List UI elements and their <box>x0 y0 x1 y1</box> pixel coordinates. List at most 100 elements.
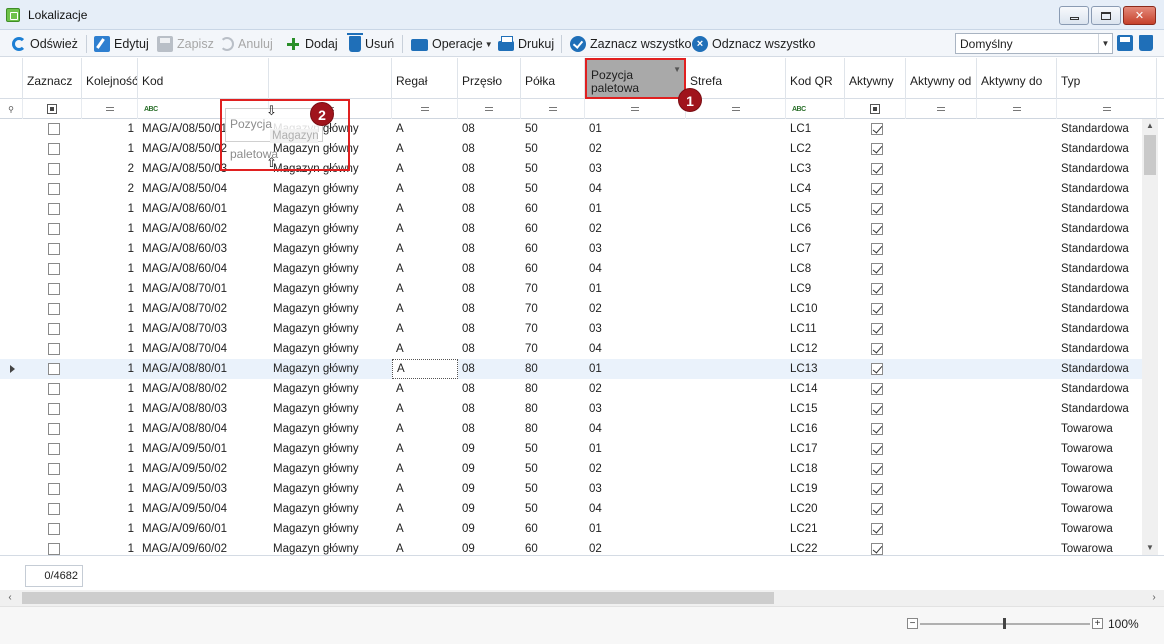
cell-type[interactable]: Standardowa <box>1057 179 1142 199</box>
cell-shelf[interactable]: 50 <box>521 479 585 499</box>
cell-warehouse[interactable]: Magazyn główny <box>269 359 392 379</box>
cell-bay[interactable]: 09 <box>458 459 521 479</box>
cell-pallet-position[interactable]: 02 <box>585 459 686 479</box>
cell-pallet-position[interactable]: 01 <box>585 119 686 139</box>
row-select-checkbox[interactable] <box>48 143 60 155</box>
cell-pallet-position[interactable]: 01 <box>585 359 686 379</box>
active-checkbox[interactable] <box>871 143 883 155</box>
cell-order[interactable]: 2 <box>82 159 138 179</box>
cell-qr-code[interactable]: LC18 <box>786 459 845 479</box>
cell-qr-code[interactable]: LC11 <box>786 319 845 339</box>
cell-code[interactable]: MAG/A/09/50/03 <box>138 479 269 499</box>
cell-qr-code[interactable]: LC19 <box>786 479 845 499</box>
cell-qr-code[interactable]: LC21 <box>786 519 845 539</box>
table-row[interactable]: 1 MAG/A/09/60/02 Magazyn główny A 09 60 02 LC22… <box>0 539 1142 555</box>
row-select-checkbox[interactable] <box>48 523 60 535</box>
table-row[interactable]: 1 MAG/A/08/70/01 Magazyn główny A 08 70 01 LC9 S… <box>0 279 1142 299</box>
cell-warehouse[interactable]: Magazyn główny <box>269 199 392 219</box>
table-row[interactable]: 1 MAG/A/08/80/04 Magazyn główny A 08 80 04 LC16… <box>0 419 1142 439</box>
cell-qr-code[interactable]: LC3 <box>786 159 845 179</box>
active-checkbox[interactable] <box>871 263 883 275</box>
cell-zone[interactable] <box>686 419 786 439</box>
filter-zaznacz[interactable] <box>23 99 82 119</box>
filter-kod-qr[interactable]: ABC <box>786 99 845 119</box>
cell-type[interactable]: Towarowa <box>1057 419 1142 439</box>
cell-shelf[interactable]: 80 <box>521 399 585 419</box>
row-select-checkbox[interactable] <box>48 243 60 255</box>
cell-rack[interactable]: A <box>392 539 458 555</box>
cell-warehouse[interactable]: Magazyn główny <box>269 339 392 359</box>
cell-warehouse[interactable]: Magazyn główny <box>269 499 392 519</box>
filter-aktywny-do[interactable] <box>977 99 1057 119</box>
table-row[interactable]: 1 MAG/A/08/60/02 Magazyn główny A 08 60 02 LC6 S… <box>0 219 1142 239</box>
cell-code[interactable]: MAG/A/08/80/03 <box>138 399 269 419</box>
save-layout-icon[interactable] <box>1117 35 1133 51</box>
header-typ[interactable]: Typ <box>1057 58 1157 99</box>
cell-type[interactable]: Standardowa <box>1057 279 1142 299</box>
cell-type[interactable]: Standardowa <box>1057 399 1142 419</box>
cell-order[interactable]: 1 <box>82 399 138 419</box>
active-checkbox[interactable] <box>871 123 883 135</box>
cell-pallet-position[interactable]: 02 <box>585 539 686 555</box>
cell-order[interactable]: 1 <box>82 199 138 219</box>
table-row[interactable]: 1 MAG/A/09/50/03 Magazyn główny A 09 50 03 LC19… <box>0 479 1142 499</box>
row-select-checkbox[interactable] <box>48 543 60 555</box>
cell-order[interactable]: 1 <box>82 239 138 259</box>
cell-order[interactable]: 1 <box>82 119 138 139</box>
cell-bay[interactable]: 08 <box>458 259 521 279</box>
cell-rack[interactable]: A <box>392 259 458 279</box>
filter-polka[interactable] <box>521 99 585 119</box>
row-select-checkbox[interactable] <box>48 463 60 475</box>
active-checkbox[interactable] <box>871 343 883 355</box>
cell-rack[interactable]: A <box>392 419 458 439</box>
header-przeslo[interactable]: Przęsło <box>458 58 521 99</box>
header-aktywny-od[interactable]: Aktywny od <box>906 58 977 99</box>
cell-type[interactable]: Towarowa <box>1057 539 1142 555</box>
active-checkbox[interactable] <box>871 483 883 495</box>
cell-pallet-position[interactable]: 01 <box>585 279 686 299</box>
cell-order[interactable]: 1 <box>82 299 138 319</box>
row-select-checkbox[interactable] <box>48 403 60 415</box>
row-select-checkbox[interactable] <box>48 263 60 275</box>
cell-zone[interactable] <box>686 339 786 359</box>
cell-rack[interactable]: A <box>392 299 458 319</box>
header-pozycja-paletowa[interactable]: Pozycja paletowa ▼ <box>585 58 686 99</box>
maximize-button[interactable] <box>1091 6 1121 25</box>
cell-zone[interactable] <box>686 179 786 199</box>
cell-type[interactable]: Towarowa <box>1057 519 1142 539</box>
active-checkbox[interactable] <box>871 423 883 435</box>
cell-zone[interactable] <box>686 219 786 239</box>
cell-bay[interactable]: 08 <box>458 199 521 219</box>
cell-shelf[interactable]: 80 <box>521 419 585 439</box>
cell-rack[interactable]: A <box>392 219 458 239</box>
cell-warehouse[interactable]: Magazyn główny <box>269 399 392 419</box>
table-row[interactable]: 1 MAG/A/09/50/01 Magazyn główny A 09 50 01 LC17… <box>0 439 1142 459</box>
cell-rack[interactable]: A <box>392 499 458 519</box>
cell-shelf[interactable]: 70 <box>521 339 585 359</box>
filter-pin[interactable]: ⚲ <box>0 99 23 119</box>
scroll-left-icon[interactable]: ‹ <box>2 590 18 606</box>
cell-code[interactable]: MAG/A/09/50/02 <box>138 459 269 479</box>
row-select-checkbox[interactable] <box>48 183 60 195</box>
header-regal[interactable]: Regał <box>392 58 458 99</box>
cell-code[interactable]: MAG/A/08/70/01 <box>138 279 269 299</box>
add-button[interactable]: Dodaj <box>285 34 338 54</box>
cell-qr-code[interactable]: LC9 <box>786 279 845 299</box>
cell-rack[interactable]: A <box>392 139 458 159</box>
cell-qr-code[interactable]: LC15 <box>786 399 845 419</box>
zoom-in-button[interactable]: + <box>1092 618 1103 629</box>
vertical-scroll-thumb[interactable] <box>1144 135 1156 175</box>
cell-shelf[interactable]: 60 <box>521 519 585 539</box>
cell-order[interactable]: 1 <box>82 279 138 299</box>
table-row[interactable]: 1 MAG/A/08/80/03 Magazyn główny A 08 80 03 LC15… <box>0 399 1142 419</box>
filter-kolejnosc[interactable] <box>82 99 138 119</box>
cell-type[interactable]: Towarowa <box>1057 499 1142 519</box>
active-checkbox[interactable] <box>871 203 883 215</box>
cell-code[interactable]: MAG/A/08/70/04 <box>138 339 269 359</box>
cell-pallet-position[interactable]: 01 <box>585 439 686 459</box>
active-checkbox[interactable] <box>871 283 883 295</box>
cell-warehouse[interactable]: Magazyn główny <box>269 539 392 555</box>
active-checkbox[interactable] <box>871 303 883 315</box>
active-checkbox[interactable] <box>871 223 883 235</box>
cell-order[interactable]: 1 <box>82 139 138 159</box>
